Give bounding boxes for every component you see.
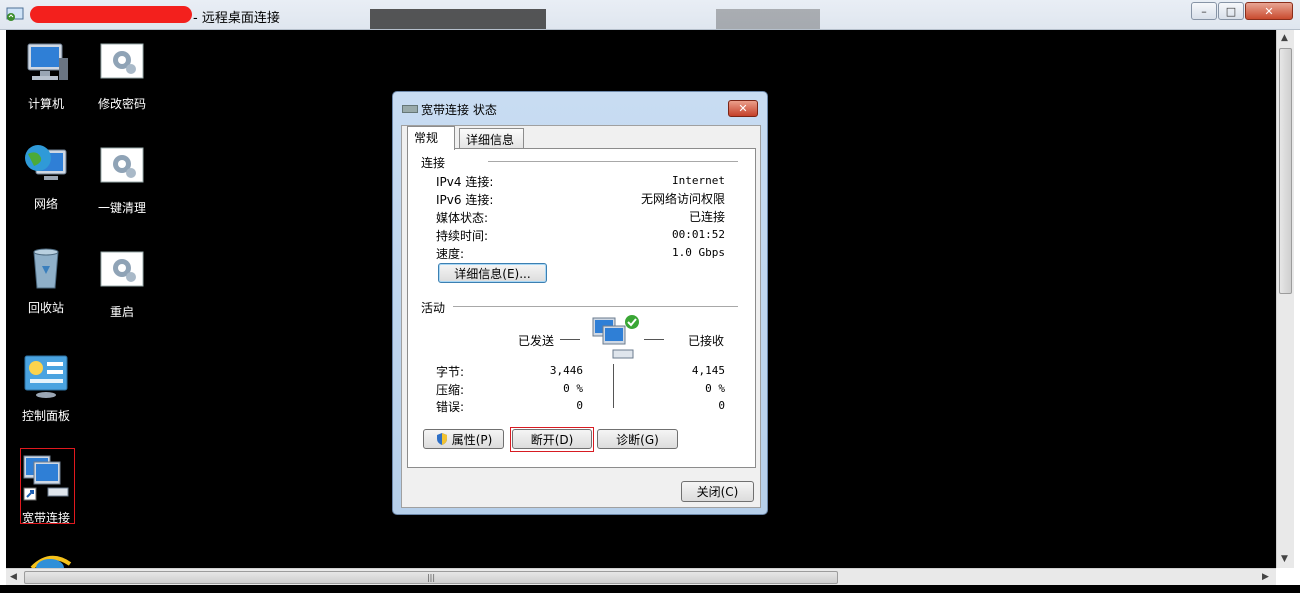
vertical-scrollbar[interactable]: ▲ ▼ <box>1276 30 1294 568</box>
received-label: 已接收 <box>688 334 725 348</box>
horizontal-scroll-thumb[interactable]: ||| <box>24 571 838 584</box>
blurred-taskbar-region <box>716 9 820 29</box>
gear-shortcut-icon <box>100 251 144 287</box>
scroll-down-arrow-icon[interactable]: ▼ <box>1281 554 1288 564</box>
desktop-icon-label: 网络 <box>33 197 58 211</box>
dialog-close-button[interactable]: ✕ <box>728 100 758 117</box>
diagnose-button[interactable]: 诊断(G) <box>597 429 678 449</box>
media-state-value: 已连接 <box>688 210 725 224</box>
sent-connector-line <box>560 339 580 340</box>
close-dialog-button[interactable]: 关闭(C) <box>681 481 754 502</box>
broadband-status-dialog[interactable]: 宽带连接 状态 ✕ 常规 详细信息 连接 IPv4 连接: Internet I… <box>392 91 768 515</box>
scroll-left-arrow-icon[interactable]: ◀ <box>10 572 17 582</box>
dialog-body: 常规 详细信息 连接 IPv4 连接: Internet IPv6 连接: 无网… <box>401 125 761 508</box>
connection-icon <box>402 105 418 113</box>
blurred-taskbar-region <box>370 9 546 29</box>
control-panel-icon <box>24 355 68 398</box>
tab-general[interactable]: 常规 <box>407 126 455 150</box>
desktop-icon-label: 重启 <box>109 305 134 319</box>
duration-value: 00:01:52 <box>672 228 725 241</box>
bytes-label: 字节: <box>436 365 465 379</box>
duration-label: 持续时间: <box>436 229 489 243</box>
minimize-button[interactable]: – <box>1191 2 1217 20</box>
tab-details[interactable]: 详细信息 <box>459 128 524 149</box>
network-globe-icon <box>25 145 67 180</box>
compression-sent: 0 % <box>563 382 583 395</box>
errors-received: 0 <box>718 399 725 412</box>
group-title-connection: 连接 <box>421 154 450 171</box>
desktop-icon-label: 控制面板 <box>21 409 70 423</box>
desktop-icon-label: 回收站 <box>27 301 64 315</box>
desktop-icon-change-password[interactable]: 修改密码 <box>84 40 160 112</box>
speed-label: 速度: <box>436 247 465 261</box>
vertical-scroll-thumb[interactable] <box>1279 48 1292 294</box>
horizontal-scrollbar[interactable]: ◀ ||| ▶ <box>6 568 1276 585</box>
details-button[interactable]: 详细信息(E)... <box>438 263 547 283</box>
desktop-icon-computer[interactable]: 计算机 <box>8 40 84 112</box>
scroll-up-arrow-icon[interactable]: ▲ <box>1281 33 1288 43</box>
errors-sent: 0 <box>576 399 583 412</box>
computer-icon <box>27 43 68 80</box>
redacted-hostname <box>30 6 192 23</box>
uac-shield-icon <box>436 433 447 445</box>
desktop-icon-label: 计算机 <box>27 97 64 111</box>
desktop-icon-control-panel[interactable]: 控制面板 <box>8 352 84 424</box>
ipv4-label: IPv4 连接: <box>436 175 494 189</box>
dialog-title: 宽带连接 状态 <box>421 103 497 117</box>
general-tab-panel: 连接 IPv4 连接: Internet IPv6 连接: 无网络访问权限 媒体… <box>407 148 756 468</box>
received-connector-line <box>644 339 664 340</box>
desktop-icon-label: 一键清理 <box>97 201 146 215</box>
selection-highlight <box>20 448 75 524</box>
ipv6-label: IPv6 连接: <box>436 193 494 207</box>
gear-shortcut-icon <box>100 43 144 79</box>
rdp-titlebar[interactable]: - 远程桌面连接 – □ ✕ <box>0 0 1300 30</box>
ipv4-value: Internet <box>672 174 725 187</box>
properties-button[interactable]: 属性(P) <box>423 429 504 449</box>
disconnect-highlight <box>510 427 594 452</box>
desktop-icon-network[interactable]: 网络 <box>8 140 84 212</box>
ipv6-value: 无网络访问权限 <box>640 192 725 206</box>
bytes-received: 4,145 <box>691 364 725 377</box>
activity-divider <box>613 364 614 408</box>
group-divider <box>453 306 738 307</box>
recycle-bin-icon <box>33 248 59 289</box>
gear-shortcut-icon <box>100 147 144 183</box>
network-activity-icon <box>592 315 639 359</box>
scroll-right-arrow-icon[interactable]: ▶ <box>1262 572 1269 582</box>
internet-explorer-icon[interactable] <box>26 554 74 568</box>
desktop-icon-restart[interactable]: 重启 <box>84 248 160 320</box>
bottom-edge <box>0 585 1300 593</box>
remote-desktop-icon <box>6 7 24 21</box>
desktop-icon-one-click-clean[interactable]: 一键清理 <box>84 144 160 216</box>
group-divider <box>488 161 738 162</box>
close-button[interactable]: ✕ <box>1245 2 1293 20</box>
speed-value: 1.0 Gbps <box>672 246 725 259</box>
compression-label: 压缩: <box>436 383 465 397</box>
compression-received: 0 % <box>705 382 725 395</box>
media-state-label: 媒体状态: <box>436 211 489 225</box>
window-title: - 远程桌面连接 <box>193 11 280 26</box>
maximize-button[interactable]: □ <box>1218 2 1244 20</box>
properties-label: 属性(P) <box>451 432 493 447</box>
errors-label: 错误: <box>436 400 465 414</box>
desktop-icon-recycle-bin[interactable]: 回收站 <box>8 244 84 316</box>
bytes-sent: 3,446 <box>549 364 583 377</box>
group-title-activity: 活动 <box>421 299 450 316</box>
desktop-icon-label: 修改密码 <box>97 97 146 111</box>
sent-label: 已发送 <box>518 334 555 348</box>
